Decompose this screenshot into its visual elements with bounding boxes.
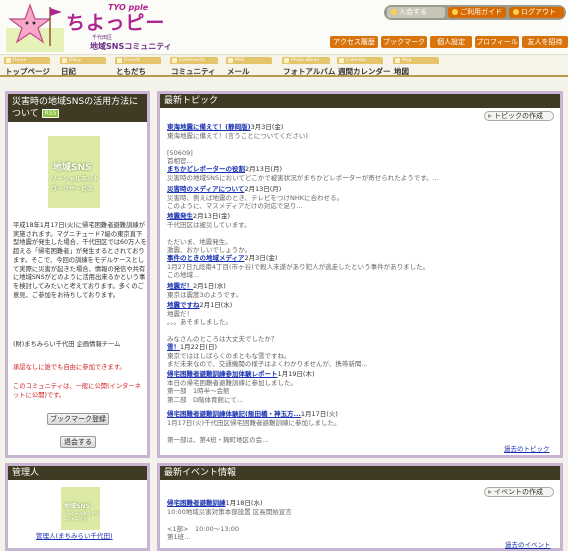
header: ちよっピー TYO pple 千代田区 地域SNSコミュニティ 入会する ご利用… xyxy=(0,0,568,55)
topic-item: 帰宅困難者避難訓練体験記(飯田橋・神玉方...1月17日(火) 1月17日(火)… xyxy=(167,410,341,444)
access-history-button[interactable]: アクセス履歴 xyxy=(330,36,378,48)
event-item: 帰宅困難者避難訓練1月18日(水) 10:00地域災害対策本部設置 区長開始宣言… xyxy=(167,499,292,541)
community-panel: 災害時の地域SNSの活用方法について RSS 地域SNS ソーシャルネット ワー… xyxy=(5,91,150,458)
nav-friends[interactable]: Friends ともだち xyxy=(115,57,167,76)
admin-title: 管理人 xyxy=(8,466,147,480)
invite-button[interactable]: 友人を招待 xyxy=(522,36,568,48)
login-bar: 入会する ご利用ガイド ログアウト xyxy=(384,5,566,20)
friends-icon xyxy=(117,58,122,63)
topic-item: まちかどレポーターの役割2月13日(月) 災害時の地域SNSにおいてどこかで被害… xyxy=(167,165,439,182)
topic-link[interactable]: 雪！ xyxy=(167,343,180,351)
bookmark-button[interactable]: ブックマーク xyxy=(381,36,427,48)
topic-link[interactable]: 災害時のメディアについて xyxy=(167,185,244,193)
topic-item: 事件のときの地域メディア2月3日(金) 1月27日九段南4丁目(市ヶ谷)で殺人未… xyxy=(167,254,430,279)
topics-panel: 最新トピック トピックの作成 東海地震に備えて！(静岡版)3月3日(金) 東海地… xyxy=(157,91,563,458)
site-logo[interactable]: ちよっピー TYO pple 千代田区 地域SNSコミュニティ xyxy=(4,2,194,52)
topic-item: 災害時のメディアについて2月13日(月) 災害時、例えば地震のとき、テレビをつけ… xyxy=(167,185,344,210)
join-button[interactable]: 入会する xyxy=(387,7,445,18)
key-icon xyxy=(391,9,397,15)
home-icon xyxy=(6,58,11,63)
rss-icon[interactable]: RSS xyxy=(41,109,60,118)
topic-item: 地震だ！2月1日(水) 東京は震度3のようです。 xyxy=(167,282,242,299)
community-icon xyxy=(172,58,177,63)
events-panel: 最新イベント情報 イベントの作成 帰宅困難者避難訓練1月18日(水) 10:00… xyxy=(157,463,563,551)
topic-link[interactable]: 事件のときの地域メディア xyxy=(167,254,245,262)
community-organizer: (財)まちみらい千代田 企画情報チーム xyxy=(13,341,121,348)
settings-button[interactable]: 個人設定 xyxy=(430,36,472,48)
nav-diary[interactable]: Diary 日記 xyxy=(60,57,112,76)
nav-community[interactable]: Community コミュニティ xyxy=(170,57,222,76)
admin-link[interactable]: 管理人(まちみらい千代田) xyxy=(36,530,113,540)
main-nav: Home トップページ Diary 日記 Friends ともだち Commun… xyxy=(0,55,568,77)
mail-icon xyxy=(228,58,233,63)
nav-calendar[interactable]: Calendar 週間カレンダー xyxy=(337,57,391,76)
topic-item: 地震発生2月13日(金) 千代田区は被災しています。 ただいま、地震発生。 激震… xyxy=(167,212,252,254)
community-description: 平成18年1月17日(火)に帰宅困難者避難訓練が実施されます。マグニチュード7級… xyxy=(13,222,147,299)
topic-link[interactable]: 帰宅困難者避難訓練体験記(飯田橋・神玉方... xyxy=(167,410,301,418)
nav-mail[interactable]: Mail メール xyxy=(226,57,278,76)
events-title: 最新イベント情報 xyxy=(160,466,560,480)
topic-link[interactable]: 東海地震に備えて！(静岡版) xyxy=(167,123,251,131)
topic-item: 地震ですね2月1日(水) 地震だ！ 。。。あそましました。 みなさんのところは大… xyxy=(167,301,278,343)
logo-area: 千代田区 xyxy=(92,35,113,41)
create-event-button[interactable]: イベントの作成 xyxy=(484,487,554,497)
create-topic-button[interactable]: トピックの作成 xyxy=(484,111,554,121)
logo-subtitle: TYO pple xyxy=(108,3,149,12)
door-icon xyxy=(513,9,519,15)
past-events-link[interactable]: 過去のイベント xyxy=(505,539,551,549)
community-public-note: このコミュニティは、一般に公開(インターネットに公開)です。 xyxy=(13,383,142,399)
map-icon xyxy=(395,58,400,63)
topic-item: 帰宅困難者避難訓練参加体験レポート1月19日(木) 本日の帰宅困難者避難訓練に参… xyxy=(167,370,315,404)
leave-button[interactable]: 退会する xyxy=(60,436,96,448)
topic-item: 東海地震に備えて！(静岡版)3月3日(金) 東海地震に備えて！(言うことについて… xyxy=(167,123,308,165)
nav-photo-album[interactable]: Photo album フォトアルバム xyxy=(282,57,335,76)
calendar-icon xyxy=(339,58,344,63)
logo-title: ちよっピー xyxy=(66,12,166,34)
topic-link[interactable]: 地震ですね xyxy=(167,301,200,309)
community-join-note: 承認なしに誰でも自由に参加できます。 xyxy=(13,364,126,371)
logout-button[interactable]: ログアウト xyxy=(509,7,564,18)
community-title: 災害時の地域SNSの活用方法について RSS xyxy=(8,94,147,122)
past-topics-link[interactable]: 過去のトピック xyxy=(504,443,550,453)
community-image: 地域SNS ソーシャルネット ワークサービス xyxy=(48,136,100,208)
topics-title: 最新トピック xyxy=(160,94,560,108)
topic-link[interactable]: 地震だ！ xyxy=(167,282,193,290)
nav-map[interactable]: Map 地図 xyxy=(393,57,445,76)
topic-item: 雪！1月22日(日) 東京でははしばらくのまともな雪ですね。 まだ未来なので、交… xyxy=(167,343,368,368)
profile-button[interactable]: プロフィール xyxy=(475,36,519,48)
admin-panel: 管理人 地域SNS ソーシャルネットワークサービス 管理人(まちみらい千代田) xyxy=(5,463,150,551)
event-link[interactable]: 帰宅困難者避難訓練 xyxy=(167,499,226,507)
star-flag-icon xyxy=(6,3,64,52)
photo-icon xyxy=(284,58,289,63)
topic-link[interactable]: 地震発生 xyxy=(167,212,193,220)
diary-icon xyxy=(62,58,67,63)
nav-home[interactable]: Home トップページ xyxy=(4,57,56,76)
question-icon xyxy=(452,9,458,15)
admin-avatar[interactable]: 地域SNS ソーシャルネットワークサービス xyxy=(61,487,100,530)
topic-link[interactable]: 帰宅困難者避難訓練参加体験レポート xyxy=(167,370,278,378)
topic-link[interactable]: まちかどレポーターの役割 xyxy=(167,165,245,173)
logo-tagline: 地域SNSコミュニティ xyxy=(90,42,172,51)
bookmark-register-button[interactable]: ブックマーク登録 xyxy=(47,413,109,425)
guide-button[interactable]: ご利用ガイド xyxy=(448,7,506,18)
